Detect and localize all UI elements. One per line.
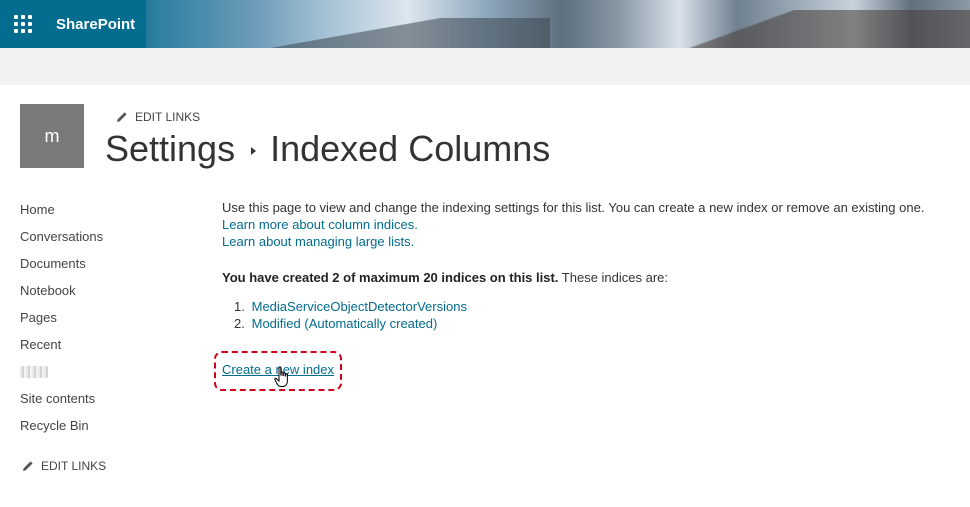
- edit-links-label: EDIT LINKS: [135, 110, 201, 124]
- nav-item-notebook[interactable]: Notebook: [20, 281, 103, 308]
- nav-item-site-contents[interactable]: Site contents: [20, 389, 103, 416]
- nav-item-pages[interactable]: Pages: [20, 308, 103, 335]
- edit-links-label: EDIT LINKS: [41, 459, 107, 473]
- nav-item-documents[interactable]: Documents: [20, 254, 103, 281]
- banner-mountain-shape: [250, 18, 550, 48]
- app-name[interactable]: SharePoint: [56, 16, 135, 33]
- edit-links-bottom[interactable]: EDIT LINKS: [22, 459, 106, 473]
- nav-item-recent[interactable]: Recent: [20, 335, 103, 362]
- banner-mountain-shape: [560, 10, 970, 48]
- redacted-label: [20, 366, 48, 378]
- site-logo[interactable]: m: [20, 104, 84, 168]
- list-item: 2. Modified (Automatically created): [234, 315, 952, 332]
- indices-list: 1. MediaServiceObjectDetectorVersions 2.…: [222, 298, 952, 332]
- command-bar: [0, 48, 970, 85]
- learn-column-indices-link[interactable]: Learn more about column indices.: [222, 217, 418, 232]
- learn-large-lists-link[interactable]: Learn about managing large lists.: [222, 234, 414, 249]
- list-number: 1.: [234, 299, 245, 314]
- nav-item-redacted[interactable]: [20, 362, 103, 389]
- nav-item-home[interactable]: Home: [20, 200, 103, 227]
- pencil-icon: [23, 461, 33, 471]
- breadcrumb-separator-icon: [251, 147, 257, 155]
- hand-cursor-icon: [274, 366, 288, 387]
- indices-summary-bold: You have created 2 of maximum 20 indices…: [222, 270, 559, 285]
- list-item: 1. MediaServiceObjectDetectorVersions: [234, 298, 952, 315]
- edit-links-top[interactable]: EDIT LINKS: [116, 110, 200, 124]
- page-title: Settings Indexed Columns: [105, 128, 550, 170]
- indices-summary-rest: These indices are:: [558, 270, 669, 285]
- breadcrumb-current: Indexed Columns: [270, 128, 551, 169]
- index-link[interactable]: MediaServiceObjectDetectorVersions: [252, 299, 467, 314]
- main-content: Use this page to view and change the ind…: [222, 199, 952, 345]
- quick-launch: Home Conversations Documents Notebook Pa…: [20, 200, 103, 443]
- suite-bar: SharePoint: [0, 0, 970, 48]
- indices-summary: You have created 2 of maximum 20 indices…: [222, 269, 952, 286]
- suite-brand: SharePoint: [0, 0, 146, 48]
- list-number: 2.: [234, 316, 245, 331]
- intro-text: Use this page to view and change the ind…: [222, 200, 925, 215]
- app-launcher-icon[interactable]: [14, 15, 32, 33]
- nav-item-conversations[interactable]: Conversations: [20, 227, 103, 254]
- breadcrumb-settings[interactable]: Settings: [105, 128, 235, 170]
- index-link[interactable]: Modified (Automatically created): [252, 316, 438, 331]
- pencil-icon: [117, 112, 127, 122]
- nav-item-recycle-bin[interactable]: Recycle Bin: [20, 416, 103, 443]
